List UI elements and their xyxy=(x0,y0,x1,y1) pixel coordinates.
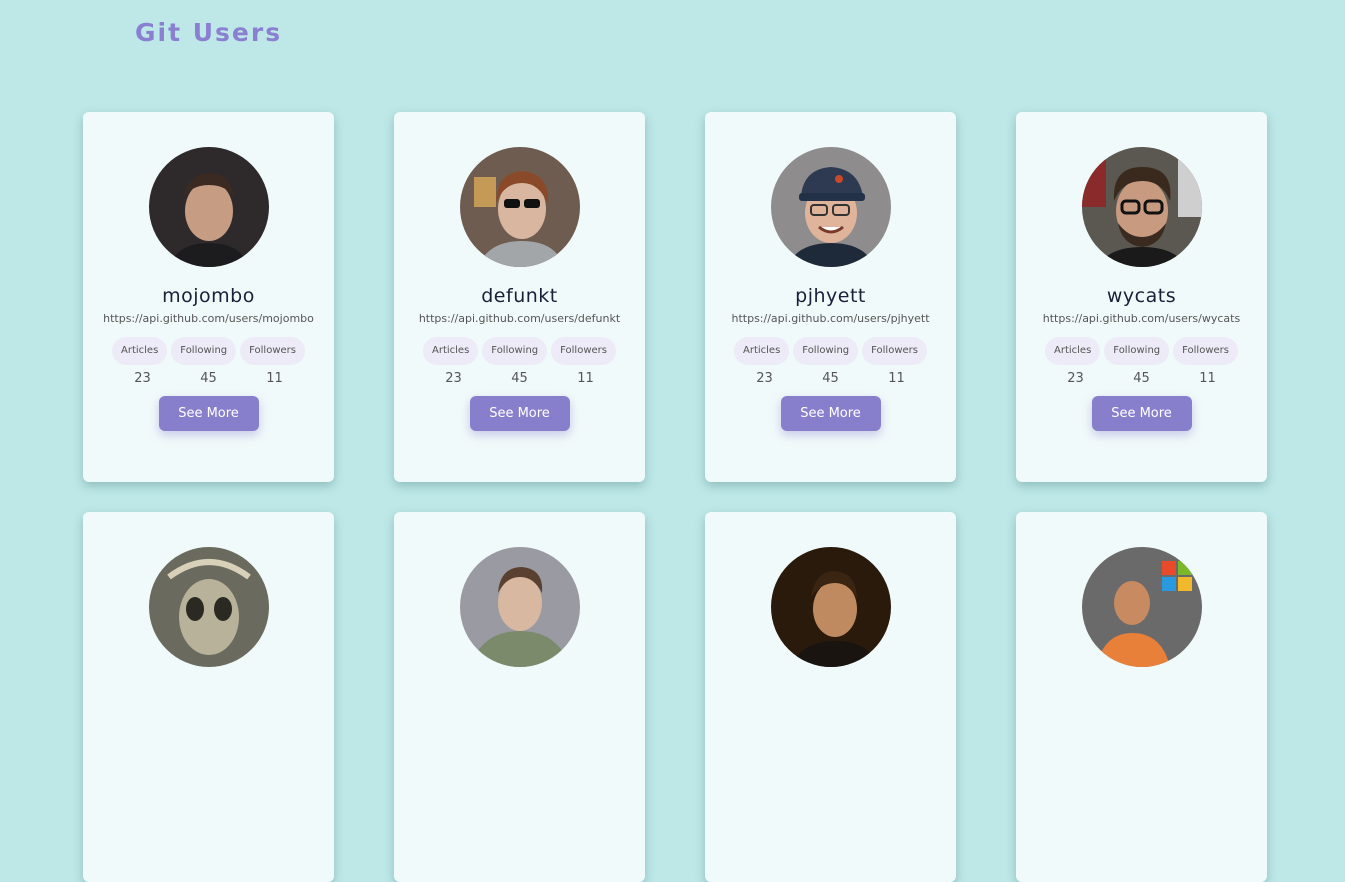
user-card: pjhyett https://api.github.com/users/pjh… xyxy=(705,112,956,482)
articles-count: 23 xyxy=(756,371,773,386)
user-avatar xyxy=(1081,547,1202,667)
following-count: 45 xyxy=(511,371,528,386)
articles-count: 23 xyxy=(445,371,462,386)
stat-labels: Articles Following Followers xyxy=(83,337,334,365)
following-count: 45 xyxy=(1133,371,1150,386)
stat-counts: 23 45 11 xyxy=(1016,371,1267,386)
following-label: Following xyxy=(793,337,859,365)
see-more-button[interactable]: See More xyxy=(158,396,259,431)
stat-labels: Articles Following Followers xyxy=(705,337,956,365)
followers-label: Followers xyxy=(862,337,927,365)
following-label: Following xyxy=(1104,337,1170,365)
articles-label: Articles xyxy=(734,337,790,365)
followers-count: 11 xyxy=(888,371,905,386)
user-url: https://api.github.com/users/defunkt xyxy=(418,312,621,325)
user-card xyxy=(1016,512,1267,882)
stat-labels: Articles Following Followers xyxy=(394,337,645,365)
user-avatar xyxy=(770,147,891,267)
following-label: Following xyxy=(171,337,237,365)
username: defunkt xyxy=(481,285,558,307)
user-card: mojombo https://api.github.com/users/moj… xyxy=(83,112,334,482)
followers-count: 11 xyxy=(266,371,283,386)
followers-label: Followers xyxy=(551,337,616,365)
user-url: https://api.github.com/users/wycats xyxy=(1042,312,1241,325)
user-card xyxy=(394,512,645,882)
user-avatar xyxy=(1081,147,1202,267)
see-more-button[interactable]: See More xyxy=(780,396,881,431)
user-card: defunkt https://api.github.com/users/def… xyxy=(394,112,645,482)
stat-counts: 23 45 11 xyxy=(83,371,334,386)
followers-count: 11 xyxy=(577,371,594,386)
followers-count: 11 xyxy=(1199,371,1216,386)
followers-label: Followers xyxy=(240,337,305,365)
see-more-button[interactable]: See More xyxy=(1091,396,1192,431)
stat-labels: Articles Following Followers xyxy=(1016,337,1267,365)
articles-count: 23 xyxy=(134,371,151,386)
articles-label: Articles xyxy=(423,337,479,365)
user-avatar xyxy=(148,147,269,267)
following-label: Following xyxy=(482,337,548,365)
user-card xyxy=(83,512,334,882)
user-card: wycats https://api.github.com/users/wyca… xyxy=(1016,112,1267,482)
username: wycats xyxy=(1106,285,1177,307)
followers-label: Followers xyxy=(1173,337,1238,365)
stat-counts: 23 45 11 xyxy=(705,371,956,386)
username: pjhyett xyxy=(795,285,866,307)
user-avatar xyxy=(459,147,580,267)
user-avatar xyxy=(459,547,580,667)
user-avatar xyxy=(148,547,269,667)
see-more-button[interactable]: See More xyxy=(469,396,570,431)
user-avatar xyxy=(770,547,891,667)
user-url: https://api.github.com/users/pjhyett xyxy=(731,312,930,325)
articles-count: 23 xyxy=(1067,371,1084,386)
user-grid: mojombo https://api.github.com/users/moj… xyxy=(83,112,1267,882)
user-card xyxy=(705,512,956,882)
articles-label: Articles xyxy=(1045,337,1101,365)
articles-label: Articles xyxy=(112,337,168,365)
user-url: https://api.github.com/users/mojombo xyxy=(103,312,314,325)
page-title: Git Users xyxy=(135,18,283,47)
following-count: 45 xyxy=(822,371,839,386)
stat-counts: 23 45 11 xyxy=(394,371,645,386)
username: mojombo xyxy=(162,285,255,307)
following-count: 45 xyxy=(200,371,217,386)
